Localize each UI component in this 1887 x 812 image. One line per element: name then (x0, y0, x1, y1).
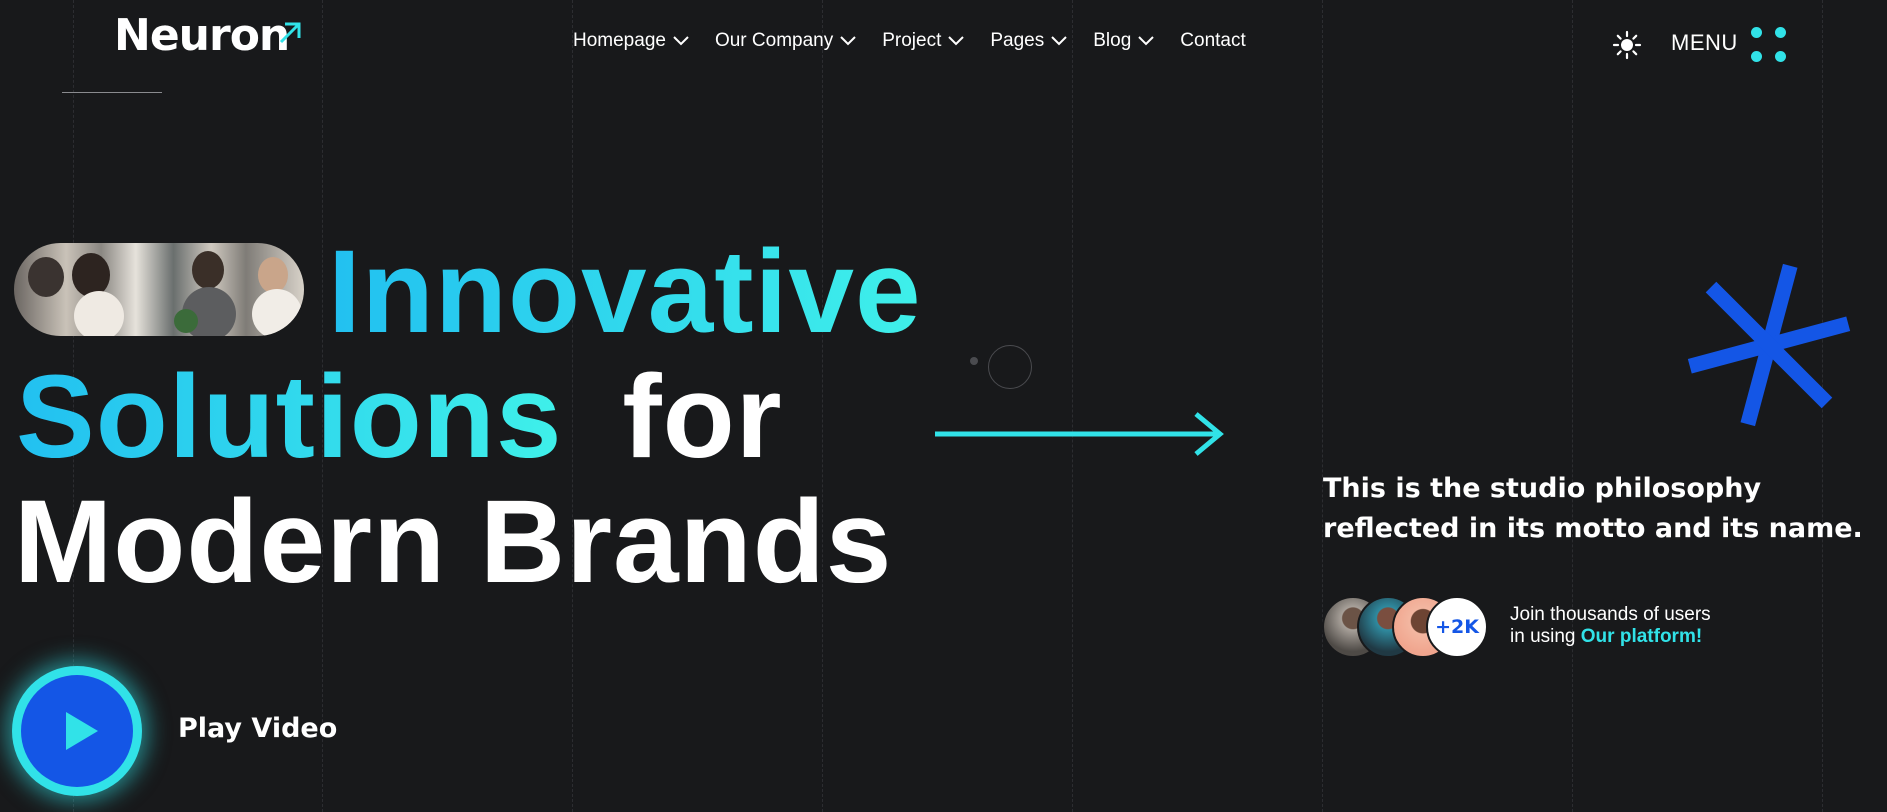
decorative-dot (970, 357, 978, 365)
sun-icon[interactable] (1612, 30, 1642, 60)
philosophy-text: This is the studio philosophy reflected … (1323, 473, 1863, 544)
nav-item-label: Project (882, 30, 942, 51)
chevron-down-icon (948, 36, 965, 46)
asterisk-icon (1687, 263, 1851, 427)
nav-item-label: Our Company (714, 30, 834, 51)
grid-line (1322, 0, 1323, 812)
chevron-down-icon (1051, 36, 1067, 46)
user-count-badge: +2K (1426, 596, 1488, 658)
user-avatars: +2K (1322, 596, 1492, 658)
nav-item-label: Blog (1093, 30, 1132, 51)
arrow-right-icon (935, 412, 1224, 456)
arrow-up-right-icon (279, 22, 301, 44)
nav-item-project[interactable]: Project (882, 30, 965, 52)
team-meeting-photo (14, 243, 304, 336)
hero-title-line-3: Modern Brands (14, 476, 893, 608)
play-video-button[interactable] (12, 666, 142, 796)
nav-item-label: Homepage (573, 30, 666, 51)
nav-item-label: Pages (990, 30, 1045, 51)
hero-title-line-1: Innovative (328, 226, 922, 358)
four-dots-icon[interactable] (1751, 27, 1787, 63)
nav-item-contact[interactable]: Contact (1180, 30, 1245, 52)
join-line-1: Join thousands of users (1510, 604, 1711, 625)
hero-title-accent: Solutions (16, 351, 563, 483)
nav-item-pages[interactable]: Pages (990, 30, 1067, 52)
nav-item-our-company[interactable]: Our Company (715, 30, 856, 52)
nav-item-blog[interactable]: Blog (1093, 30, 1154, 52)
nav-item-homepage[interactable]: Homepage (573, 30, 689, 52)
join-text: Join thousands of users in using Our pla… (1510, 604, 1711, 648)
main-nav: Homepage Our Company Project Pages Blog … (573, 30, 1272, 52)
logo-underline (62, 92, 162, 93)
grid-line (822, 0, 823, 812)
nav-item-label: Contact (1180, 30, 1246, 51)
platform-link[interactable]: Our platform! (1581, 626, 1702, 647)
cursor-ring (988, 345, 1032, 389)
play-icon (66, 712, 98, 750)
join-line-2-text: in using (1510, 626, 1576, 647)
logo[interactable]: Neuron (114, 14, 290, 58)
join-line-2: in using Our platform! (1510, 626, 1711, 648)
grid-line (1072, 0, 1073, 812)
menu-button-label[interactable]: MENU (1671, 30, 1738, 56)
chevron-down-icon (840, 36, 856, 46)
chevron-down-icon (673, 36, 689, 46)
play-video-label[interactable]: Play Video (178, 713, 337, 744)
hero-title-rest: for (622, 351, 783, 483)
chevron-down-icon (1138, 36, 1154, 46)
hero-title-line-2: Solutions for (16, 358, 783, 476)
grid-line (1572, 0, 1573, 812)
